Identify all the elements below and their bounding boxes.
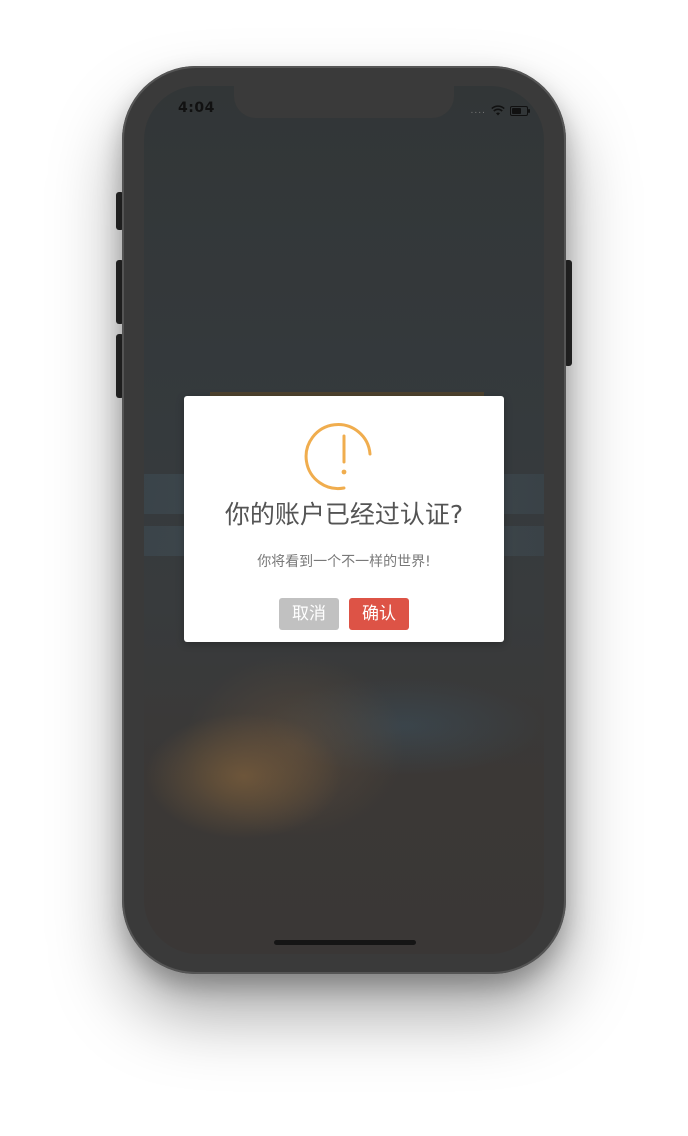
cancel-button[interactable]: 取消 <box>279 598 339 630</box>
home-indicator[interactable] <box>274 940 416 945</box>
device-mockup: 4:04 .... 你的账户已经过认证? 你将看到一个不一样的世界! 取消 确认 <box>0 0 688 1136</box>
status-indicators: .... <box>470 101 530 120</box>
confirm-button[interactable]: 确认 <box>349 598 409 630</box>
background-starfish <box>174 646 414 846</box>
dialog-actions: 取消 确认 <box>184 598 504 630</box>
alert-dialog: 你的账户已经过认证? 你将看到一个不一样的世界! 取消 确认 <box>184 396 504 642</box>
warning-icon <box>304 416 384 496</box>
status-time: 4:04 <box>178 100 215 116</box>
phone-screen: 4:04 .... 你的账户已经过认证? 你将看到一个不一样的世界! 取消 确认 <box>144 86 544 954</box>
battery-icon <box>510 105 530 116</box>
notch <box>234 86 454 118</box>
wifi-icon <box>491 101 505 120</box>
dialog-message: 你将看到一个不一样的世界! <box>257 554 431 570</box>
dialog-title: 你的账户已经过认证? <box>224 500 464 529</box>
signal-icon: .... <box>470 105 486 116</box>
